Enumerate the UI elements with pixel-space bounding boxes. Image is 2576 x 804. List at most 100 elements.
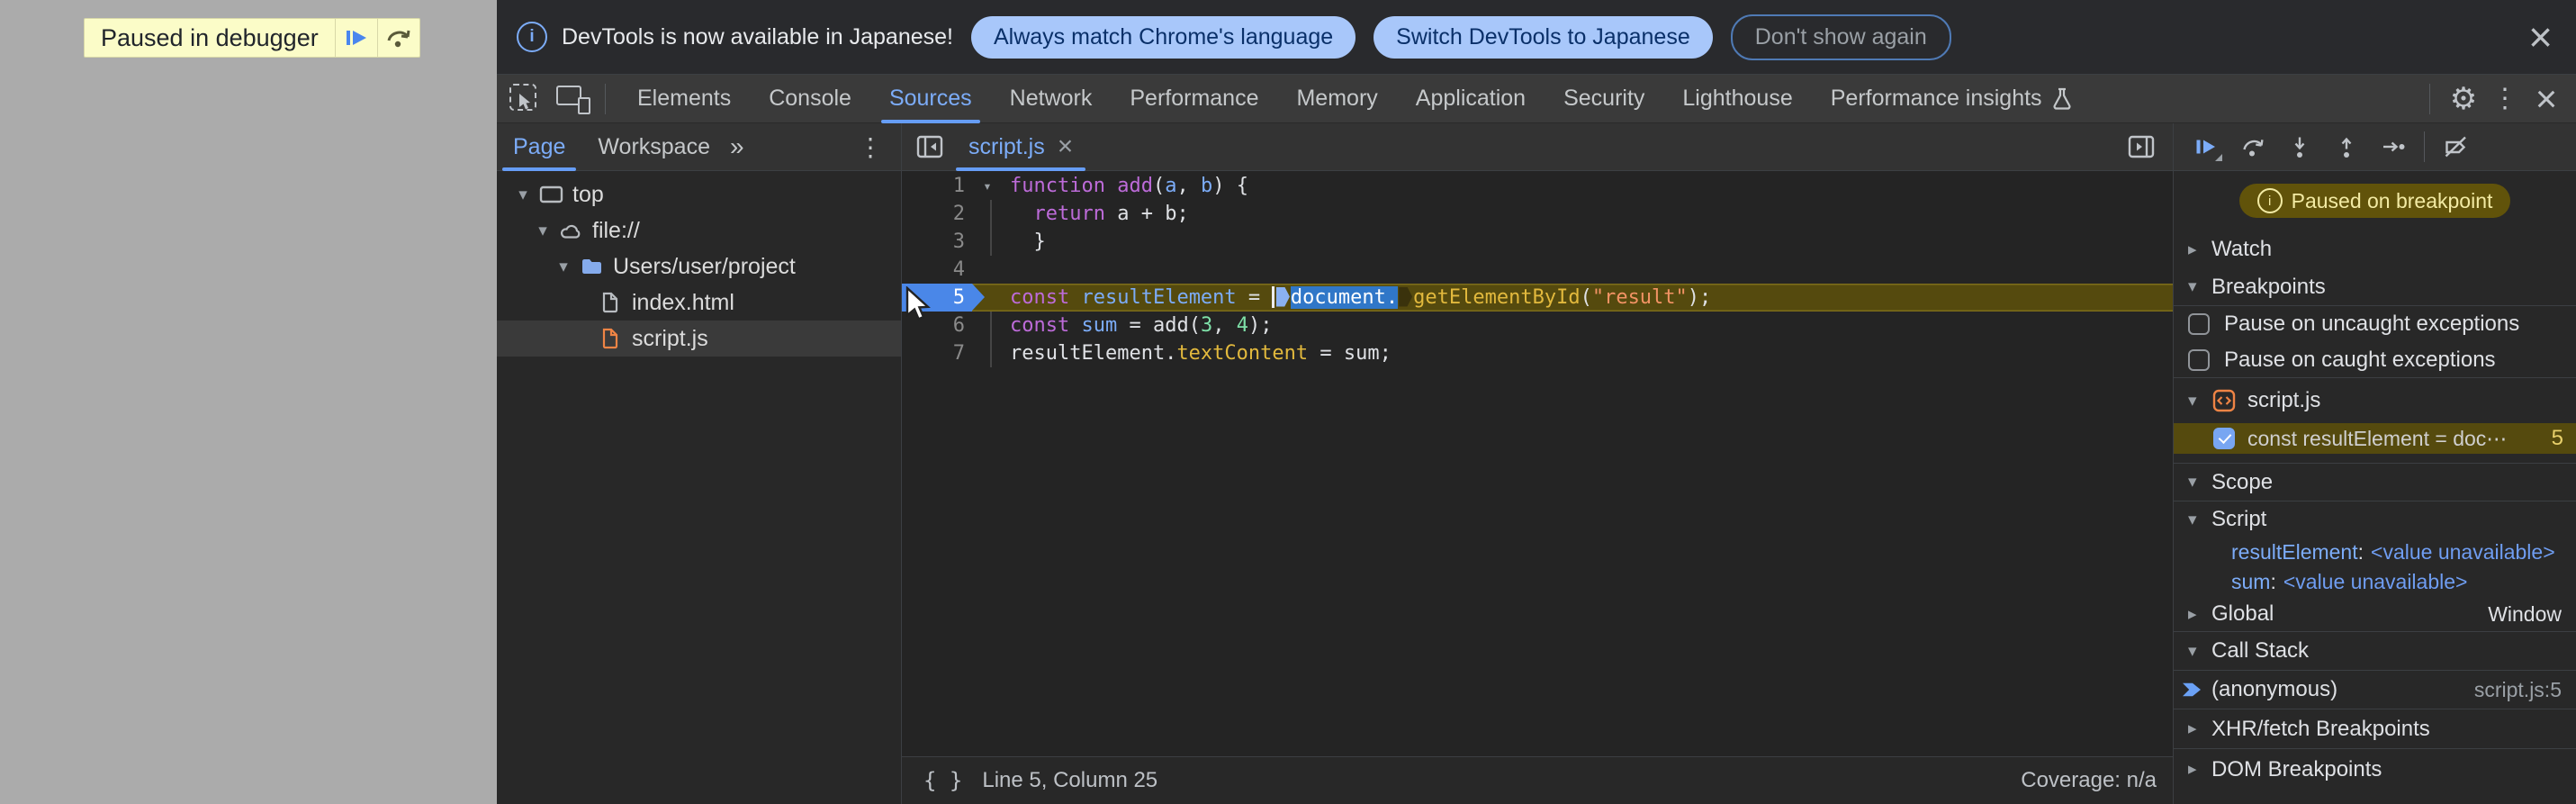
tree-item-index.html[interactable]: index.html [497,285,901,321]
editor-status-bar: { } Line 5, Column 25 Coverage: n/a [902,756,2173,804]
tab-memory[interactable]: Memory [1277,75,1396,123]
code-line-6[interactable]: 6 const sum = add(3, 4); [902,312,2173,339]
tab-performance[interactable]: Performance [1111,75,1277,123]
pause-caught-row[interactable]: Pause on caught exceptions [2174,342,2576,378]
tab-elements[interactable]: Elements [618,75,750,123]
tab-performance-insights[interactable]: Performance insights [1812,75,2092,123]
always-match-language-button[interactable]: Always match Chrome's language [970,15,1356,59]
chevron-right-icon: ▸ [2188,239,2197,259]
pause-uncaught-checkbox[interactable] [2188,313,2210,335]
chevron-right-icon: ▸ [2188,760,2197,779]
tab-security[interactable]: Security [1545,75,1663,123]
section-watch[interactable]: ▸ Watch [2174,230,2576,268]
code-fold-icon[interactable]: ▾ [972,172,1003,200]
xhr-breakpoints-label: XHR/fetch Breakpoints [2211,716,2430,741]
section-xhr-breakpoints[interactable]: ▸ XHR/fetch Breakpoints [2174,709,2576,748]
toolbar-separator [2429,83,2430,114]
breakpoint-entry[interactable]: const resultElement = doc⋯ 5 [2174,423,2576,454]
step-button[interactable] [2370,126,2417,167]
devtools-window: Paused in debugger i DevTools is now ava… [0,0,2576,804]
tree-item-script.js[interactable]: script.js [497,321,901,357]
close-tab-icon[interactable]: × [1058,133,1074,160]
chevron-down-icon: ▾ [2188,641,2197,661]
step-into-button[interactable] [2276,126,2323,167]
scope-variable-row[interactable]: sum: <value unavailable> [2174,567,2576,597]
pretty-print-icon[interactable]: { } [923,768,962,793]
line-number[interactable]: 4 [902,256,972,284]
scope-global-group[interactable]: ▸ Global Window [2174,597,2576,631]
tab-network[interactable]: Network [991,75,1112,123]
text-caret [1272,285,1274,308]
tab-console[interactable]: Console [750,75,870,123]
section-breakpoints[interactable]: ▾ Breakpoints [2174,268,2576,306]
scope-script-group[interactable]: ▾ Script [2174,501,2576,538]
line-number[interactable]: 3 [902,228,972,256]
step-over-button[interactable] [376,19,419,57]
deactivate-breakpoints-button[interactable] [2432,126,2479,167]
toggle-navigator-button[interactable] [916,135,943,158]
continue-to-here-marker[interactable] [1399,286,1413,307]
section-scope[interactable]: ▾ Scope [2174,464,2576,501]
section-dom-breakpoints[interactable]: ▸ DOM Breakpoints [2174,748,2576,790]
dont-show-again-button[interactable]: Don't show again [1730,14,1951,60]
call-stack-label: Call Stack [2211,638,2310,663]
resume-script-execution-button[interactable] [2183,126,2229,167]
pause-caught-checkbox[interactable] [2188,348,2210,371]
frame-icon [535,185,567,204]
line-number[interactable]: 7 [902,339,972,367]
toggle-debugger-sidebar-button[interactable] [2128,135,2155,158]
code-line-2[interactable]: 2 return a + b; [902,200,2173,228]
breakpoint-group-scriptjs[interactable]: ▾ script.js [2174,378,2576,423]
tab-application[interactable]: Application [1397,75,1545,123]
toolbar-separator [2424,131,2425,162]
editor-tab-scriptjs[interactable]: script.js × [956,123,1086,171]
toolbar-separator [605,83,606,114]
code-line-3[interactable]: 3 } [902,228,2173,256]
code-text: return a + b; [1033,203,1189,225]
inspect-element-button[interactable] [509,83,540,114]
code-line-7[interactable]: 7 resultElement.textContent = sum; [902,339,2173,367]
expander-icon[interactable]: ▾ [531,221,554,241]
pause-uncaught-label: Pause on uncaught exceptions [2224,312,2520,336]
expander-icon[interactable]: ▾ [511,185,535,205]
tree-item-file-[interactable]: ▾ file:// [497,212,901,248]
code-text: resultElement.textContent = sum; [1010,342,1392,365]
variable-value: <value unavailable> [2283,570,2468,593]
scope-variable-row[interactable]: resultElement: <value unavailable> [2174,538,2576,567]
call-stack-frame[interactable]: (anonymous) script.js:5 [2174,671,2576,709]
resume-script-button[interactable] [334,19,377,57]
tab-sources[interactable]: Sources [870,75,991,123]
tree-item-top[interactable]: ▾ top [497,176,901,212]
tab-lighthouse[interactable]: Lighthouse [1663,75,1811,123]
continue-to-here-marker[interactable] [1275,286,1290,307]
settings-button[interactable]: ⚙ [2443,78,2484,120]
more-tabs-icon[interactable]: » [730,132,744,161]
section-call-stack[interactable]: ▾ Call Stack [2174,631,2576,671]
close-devtools-button[interactable]: × [2526,77,2567,120]
breakpoint-checkbox[interactable] [2213,428,2235,449]
device-toolbar-button[interactable] [556,84,592,114]
step-over-button[interactable] [2229,126,2276,167]
more-options-button[interactable]: ⋮ [2484,78,2526,120]
code-line-5[interactable]: 5 const resultElement = document. getEleme… [902,284,2173,312]
tree-item-label: Users/user/project [613,253,796,279]
infobar-close-icon[interactable]: × [2528,16,2553,58]
tab-workspace[interactable]: Workspace [581,123,726,171]
language-infobar: i DevTools is now available in Japanese!… [497,0,2576,75]
expander-icon[interactable]: ▾ [552,257,575,277]
switch-to-japanese-button[interactable]: Switch DevTools to Japanese [1374,15,1713,59]
code-line-1[interactable]: 1 ▾ function add(a, b) { [902,172,2173,200]
tab-page[interactable]: Page [497,123,581,171]
navigator-menu-icon[interactable]: ⋮ [858,132,883,162]
file-js-icon [594,328,626,349]
gutter-fold-column [972,339,1003,367]
step-out-button[interactable] [2323,126,2370,167]
resume-icon [344,27,369,49]
line-number[interactable]: 2 [902,200,972,228]
line-number[interactable]: 1 [902,172,972,200]
pause-uncaught-row[interactable]: Pause on uncaught exceptions [2174,306,2576,342]
tree-item-users-user-project[interactable]: ▾ Users/user/project [497,248,901,285]
code-line-4[interactable]: 4 [902,256,2173,284]
code-editor[interactable]: 1 ▾ function add(a, b) {2 return a + b; 3 }… [902,171,2173,757]
three-dot-menu-icon: ⋮ [2491,84,2518,113]
